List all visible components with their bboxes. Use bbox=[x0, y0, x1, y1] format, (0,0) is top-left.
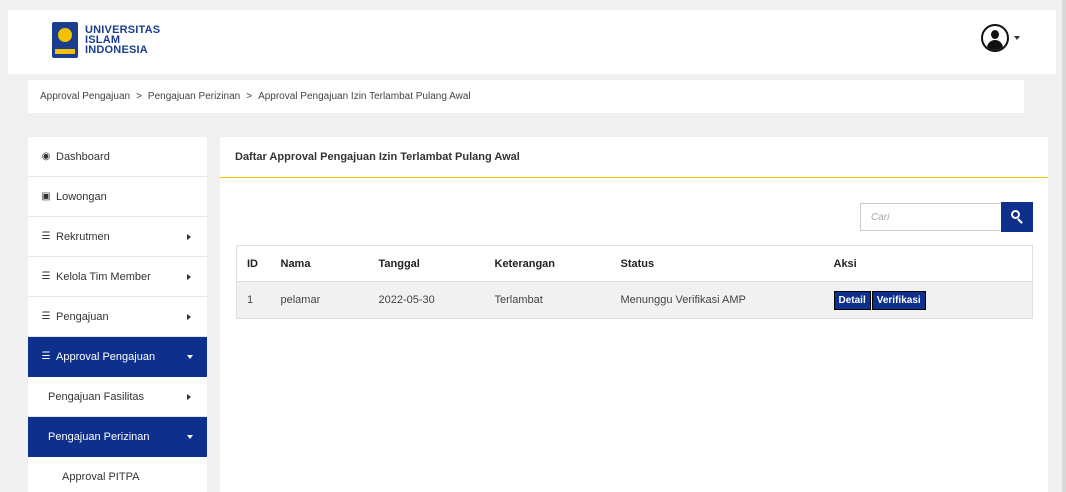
sidebar-item-lowongan[interactable]: ▣ Lowongan bbox=[28, 177, 207, 217]
logo-text: UNIVERSITAS ISLAM INDONESIA bbox=[85, 25, 160, 56]
chevron-down-icon bbox=[187, 435, 193, 439]
sidebar-item-approval-pitpa[interactable]: Approval PITPA bbox=[28, 457, 207, 492]
sidebar-item-approval-pengajuan[interactable]: ☰ Approval Pengajuan bbox=[28, 337, 207, 377]
cell-tanggal: 2022-05-30 bbox=[378, 281, 495, 319]
chevron-right-icon bbox=[187, 234, 191, 240]
logo-line-3: INDONESIA bbox=[85, 44, 148, 56]
list-icon: ☰ bbox=[41, 351, 51, 362]
search-input[interactable] bbox=[860, 203, 1001, 231]
university-logo[interactable]: UNIVERSITAS ISLAM INDONESIA bbox=[52, 22, 160, 58]
sidebar: ◉ Dashboard ▣ Lowongan ☰ Rekrutmen ☰ Kel… bbox=[28, 137, 207, 492]
breadcrumb-pengajuan-perizinan[interactable]: Pengajuan Perizinan bbox=[148, 91, 240, 102]
cell-status: Menunggu Verifikasi AMP bbox=[620, 281, 834, 319]
table-header-row: ID Nama Tanggal Keterangan Status Aksi bbox=[236, 245, 1033, 282]
panel-title: Daftar Approval Pengajuan Izin Terlambat… bbox=[220, 137, 1048, 178]
briefcase-icon: ▣ bbox=[41, 191, 51, 202]
breadcrumb-separator: > bbox=[246, 91, 253, 102]
search-box bbox=[860, 202, 1033, 232]
sidebar-item-label: Dashboard bbox=[56, 150, 110, 163]
approval-table: ID Nama Tanggal Keterangan Status Aksi 1… bbox=[236, 245, 1033, 319]
breadcrumb-current-page: Approval Pengajuan Izin Terlambat Pulang… bbox=[258, 91, 471, 102]
verifikasi-button[interactable]: Verifikasi bbox=[871, 290, 926, 310]
sidebar-item-pengajuan[interactable]: ☰ Pengajuan bbox=[28, 297, 207, 337]
chevron-right-icon bbox=[187, 274, 191, 280]
column-header-aksi: Aksi bbox=[833, 245, 1033, 282]
chevron-right-icon bbox=[187, 394, 191, 400]
cell-nama: pelamar bbox=[280, 281, 379, 319]
sidebar-item-label: Pengajuan Fasilitas bbox=[48, 390, 145, 403]
list-icon: ☰ bbox=[41, 271, 51, 282]
breadcrumb-approval-pengajuan[interactable]: Approval Pengajuan bbox=[40, 91, 130, 102]
breadcrumb-separator: > bbox=[136, 91, 142, 102]
column-header-nama: Nama bbox=[280, 245, 379, 282]
sidebar-item-label: Pengajuan bbox=[56, 310, 109, 323]
sidebar-item-label: Kelola Tim Member bbox=[56, 270, 151, 283]
detail-button[interactable]: Detail bbox=[833, 290, 871, 310]
sidebar-item-label: Rekrutmen bbox=[56, 230, 110, 243]
caret-down-icon bbox=[1014, 36, 1020, 40]
cell-keterangan: Terlambat bbox=[494, 281, 621, 319]
cell-id: 1 bbox=[236, 281, 281, 319]
sidebar-item-rekrutmen[interactable]: ☰ Rekrutmen bbox=[28, 217, 207, 257]
cell-aksi: Detail Verifikasi bbox=[833, 281, 1033, 319]
sidebar-item-pengajuan-perizinan[interactable]: Pengajuan Perizinan bbox=[28, 417, 207, 457]
search-button[interactable] bbox=[1001, 202, 1033, 232]
column-header-status: Status bbox=[620, 245, 834, 282]
chevron-down-icon bbox=[187, 355, 193, 359]
user-circle-icon bbox=[981, 24, 1009, 52]
chevron-right-icon bbox=[187, 314, 191, 320]
list-icon: ☰ bbox=[41, 311, 51, 322]
breadcrumb: Approval Pengajuan > Pengajuan Perizinan… bbox=[28, 80, 1024, 113]
column-header-tanggal: Tanggal bbox=[378, 245, 495, 282]
dashboard-icon: ◉ bbox=[41, 151, 51, 162]
sidebar-item-label: Pengajuan Perizinan bbox=[48, 430, 150, 443]
main-panel: Daftar Approval Pengajuan Izin Terlambat… bbox=[220, 137, 1048, 492]
column-header-id: ID bbox=[236, 245, 281, 282]
sidebar-item-dashboard[interactable]: ◉ Dashboard bbox=[28, 137, 207, 177]
user-menu-button[interactable] bbox=[981, 24, 1020, 52]
sidebar-item-kelola-tim-member[interactable]: ☰ Kelola Tim Member bbox=[28, 257, 207, 297]
sidebar-item-label: Approval Pengajuan bbox=[56, 350, 156, 363]
list-icon: ☰ bbox=[41, 231, 51, 242]
sidebar-item-pengajuan-fasilitas[interactable]: Pengajuan Fasilitas bbox=[28, 377, 207, 417]
page-scrollbar[interactable] bbox=[1062, 0, 1066, 492]
sidebar-item-label: Lowongan bbox=[56, 190, 107, 203]
uii-emblem-icon bbox=[52, 22, 78, 58]
column-header-keterangan: Keterangan bbox=[494, 245, 621, 282]
top-header: UNIVERSITAS ISLAM INDONESIA bbox=[8, 10, 1056, 74]
sidebar-item-label: Approval PITPA bbox=[62, 471, 140, 483]
table-row: 1 pelamar 2022-05-30 Terlambat Menunggu … bbox=[236, 281, 1033, 319]
